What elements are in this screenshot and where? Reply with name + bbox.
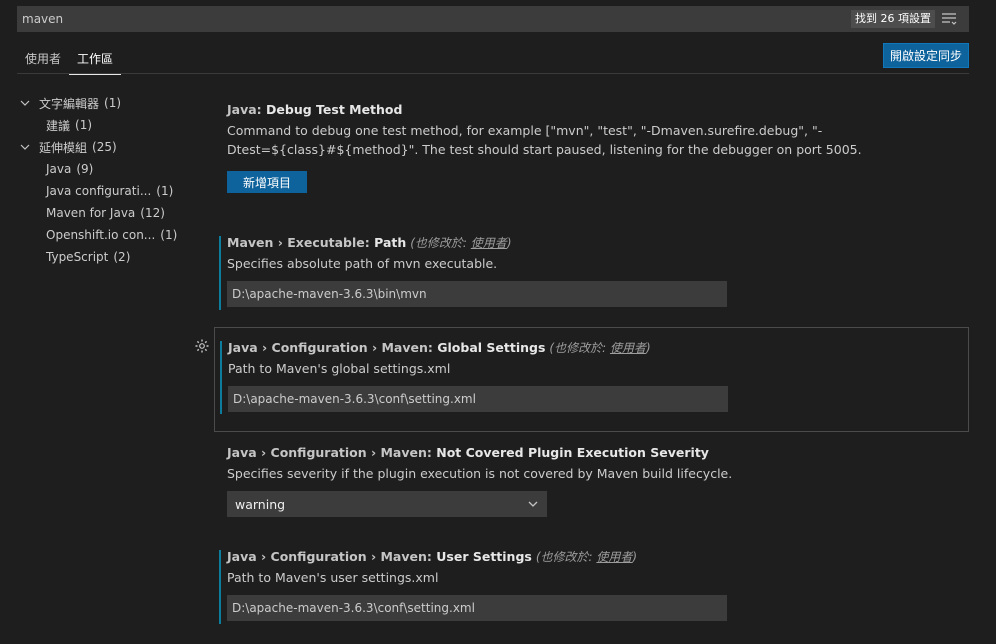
tab-workspace[interactable]: 工作區 [69,44,122,75]
search-input[interactable] [17,6,851,32]
maven-path-input[interactable]: D:\apache-maven-3.6.3\bin\mvn [227,281,727,307]
setting-key: Path [374,235,407,250]
chevron-down-icon[interactable] [20,142,34,152]
toc-item-text-editor[interactable]: 文字編輯器 (1) [20,92,177,114]
toc-item-count: (1) [75,118,93,132]
setting-description: Path to Maven's global settings.xml [228,361,451,376]
toc-item-label: 建議 [46,118,71,133]
modified-elsewhere-note: (也修改於: 使用者) [536,550,637,564]
modified-indicator [220,341,222,414]
modified-prefix: (也修改於: [535,550,597,564]
modified-elsewhere-note: (也修改於: 使用者) [410,236,511,250]
severity-select[interactable]: warning [227,491,547,517]
setting-category: Java › Configuration › Maven: [228,340,438,355]
toc-item-maven-for-java[interactable]: Maven for Java (12) [20,202,177,224]
modified-suffix: ) [632,550,638,564]
toc-item-label: Maven for Java [46,206,136,220]
setting-category: Java: [227,102,267,117]
setting-title: Java › Configuration › Maven: Global Set… [228,339,968,357]
toc-item-java-configuration[interactable]: Java configurati... (1) [20,180,177,202]
user-settings-input[interactable]: D:\apache-maven-3.6.3\conf\setting.xml [227,595,727,621]
toc-item-count: (1) [160,228,178,242]
settings-scope-tabs: 使用者 工作區 [17,44,122,75]
setting-title: Java › Configuration › Maven: User Setti… [227,548,969,566]
modified-indicator [219,550,221,624]
toc-item-count: (9) [76,162,94,176]
settings-sync-button[interactable]: 開啟設定同步 [883,43,969,68]
setting-description: Specifies absolute path of mvn executabl… [227,256,498,271]
setting-title: Maven › Executable: Path (也修改於: 使用者) [227,234,969,252]
toc-item-label: 文字編輯器 [39,96,100,111]
global-settings-input[interactable]: D:\apache-maven-3.6.3\conf\setting.xml [228,386,728,412]
modified-user-link[interactable]: 使用者 [596,550,632,564]
toc-item-label: Java configurati... [46,184,152,198]
setting-category: Maven › Executable: [227,235,375,250]
modified-elsewhere-note: (也修改於: 使用者) [549,341,650,355]
toc-item-extensions[interactable]: 延伸模組 (25) [20,136,177,158]
setting-category: Java › Configuration › Maven: [227,549,437,564]
select-value: warning [235,496,286,512]
setting-key: Debug Test Method [266,102,403,117]
modified-prefix: (也修改於: [549,341,610,355]
setting-description: Path to Maven's user settings.xml [227,570,439,585]
toc-item-count: (25) [92,140,117,154]
toc-item-suggest[interactable]: 建議 (1) [20,114,177,136]
setting-key: User Settings [436,549,532,564]
filter-icon[interactable] [941,11,957,27]
toc-item-java[interactable]: Java (9) [20,158,177,180]
toc-item-openshift[interactable]: Openshift.io con... (1) [20,224,177,246]
toc-item-label: TypeScript [46,250,109,264]
chevron-down-icon [528,501,538,507]
toc-item-label: Java [46,162,72,176]
modified-indicator [219,236,221,310]
setting-user-settings: Java › Configuration › Maven: User Setti… [214,548,969,624]
add-item-button[interactable]: 新增項目 [227,171,307,193]
chevron-down-icon[interactable] [20,98,34,108]
toc-item-typescript[interactable]: TypeScript (2) [20,246,177,268]
setting-title: Java › Configuration › Maven: Not Covere… [227,444,969,462]
setting-description: Command to debug one test method, for ex… [227,123,862,157]
settings-toc: 文字編輯器 (1) 建議 (1) 延伸模組 (25) Java (9) Java… [20,92,177,268]
modified-user-link[interactable]: 使用者 [471,236,507,250]
tabs-divider [17,73,969,74]
setting-plugin-execution-severity: Java › Configuration › Maven: Not Covere… [214,444,969,517]
toc-item-count: (1) [104,96,122,110]
tab-user[interactable]: 使用者 [17,44,69,75]
setting-title: Java: Debug Test Method [227,101,969,119]
modified-user-link[interactable]: 使用者 [610,341,646,355]
modified-suffix: ) [506,236,512,250]
toc-item-count: (2) [113,250,131,264]
toc-item-label: 延伸模組 [39,140,88,155]
results-count-badge: 找到 26 項設置 [851,10,935,28]
setting-category: Java › Configuration › Maven: [227,445,437,460]
gear-icon[interactable] [194,338,210,354]
settings-search-box[interactable]: 找到 26 項設置 [17,6,969,32]
setting-maven-executable-path: Maven › Executable: Path (也修改於: 使用者) Spe… [214,234,969,310]
toc-item-label: Openshift.io con... [46,228,156,242]
setting-debug-test-method: Java: Debug Test Method Command to debug… [214,101,969,193]
setting-key: Global Settings [437,340,546,355]
modified-prefix: (也修改於: [410,236,471,250]
modified-suffix: ) [645,341,651,355]
setting-key: Not Covered Plugin Execution Severity [436,445,709,460]
setting-global-settings: Java › Configuration › Maven: Global Set… [214,327,969,432]
setting-description: Specifies severity if the plugin executi… [227,466,733,481]
toc-item-count: (12) [140,206,165,220]
toc-item-count: (1) [156,184,174,198]
